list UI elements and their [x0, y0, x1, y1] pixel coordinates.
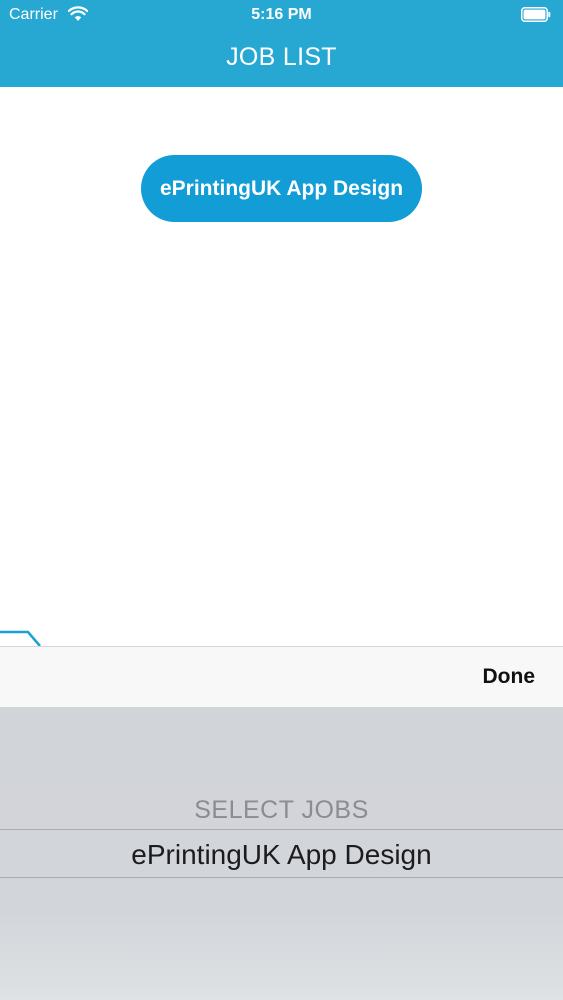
- status-bar: Carrier 5:16 PM: [0, 0, 563, 30]
- job-item-button[interactable]: ePrintingUK App Design: [141, 155, 422, 222]
- job-picker[interactable]: SELECT JOBS ePrintingUK App Design: [0, 707, 563, 1000]
- job-list-content: ePrintingUK App Design: [0, 87, 563, 647]
- picker-selected-option[interactable]: ePrintingUK App Design: [0, 839, 563, 871]
- done-button[interactable]: Done: [483, 664, 536, 690]
- battery-icon: [521, 7, 551, 22]
- picker-toolbar: Done: [0, 646, 563, 707]
- picker-selection-band: ePrintingUK App Design: [0, 829, 563, 878]
- navigation-bar: JOB LIST: [0, 30, 563, 87]
- clock: 5:16 PM: [251, 6, 312, 23]
- page-title: JOB LIST: [226, 43, 337, 71]
- picker-header-option[interactable]: SELECT JOBS: [0, 796, 563, 825]
